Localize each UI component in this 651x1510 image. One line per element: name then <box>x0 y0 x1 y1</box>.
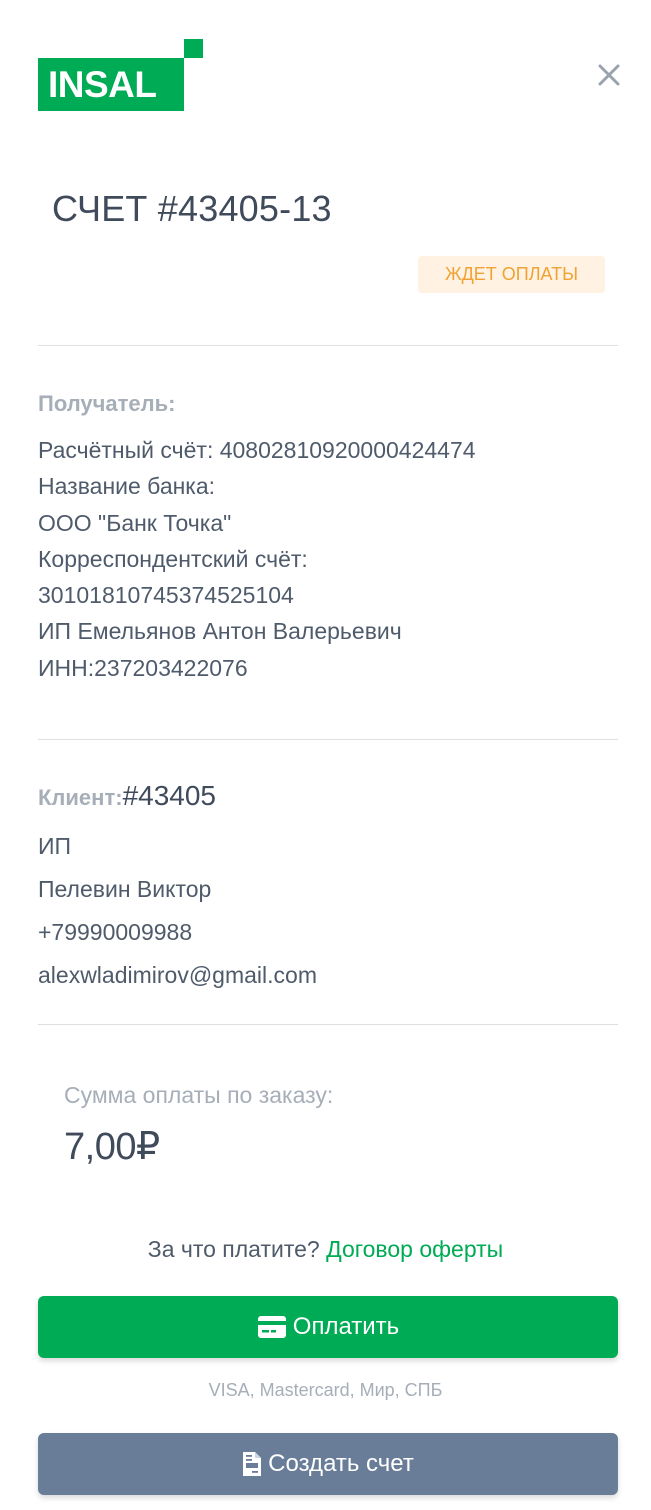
logo-text: INSAL <box>38 58 184 111</box>
invoice-title: СЧЕТ #43405-13 <box>52 188 332 229</box>
pay-button[interactable]: Оплатить <box>38 1296 618 1358</box>
sum-label: Сумма оплаты по заказу: <box>64 1082 334 1108</box>
create-invoice-label: Создать счет <box>268 1450 414 1477</box>
client-number: #43405 <box>122 780 216 811</box>
client-label: Клиент: <box>38 785 123 810</box>
recipient-line: Расчётный счёт: 40802810920000424474 <box>38 437 476 463</box>
offer-line: За что платите? Договор оферты <box>0 1236 651 1263</box>
client-line: Пелевин Виктор <box>38 876 212 902</box>
client-header: Клиент: #43405 <box>38 780 216 812</box>
offer-question: За что платите? <box>147 1236 320 1262</box>
close-icon[interactable] <box>596 62 622 88</box>
divider <box>38 739 618 740</box>
client-line: +79990009988 <box>38 919 193 945</box>
file-invoice-icon <box>242 1451 262 1477</box>
payment-methods: VISA, Mastercard, Мир, СПБ <box>208 1380 443 1400</box>
recipient-line: ИНН:237203422076 <box>38 654 248 681</box>
insal-logo: INSAL <box>38 39 204 111</box>
recipient-label: Получатель: <box>38 391 176 416</box>
recipient-line: 30101810745374525104 <box>38 582 294 609</box>
logo-square <box>184 39 203 58</box>
divider <box>38 345 618 346</box>
recipient-line: Корреспондентский счёт: <box>38 545 308 572</box>
divider <box>38 1024 618 1025</box>
credit-card-icon <box>257 1315 287 1339</box>
client-line: ИП <box>38 833 72 859</box>
offer-link[interactable]: Договор оферты <box>326 1236 503 1262</box>
client-line: alexwladimirov@gmail.com <box>38 962 317 988</box>
recipient-line: ИП Емельянов Антон Валерьевич <box>38 618 402 645</box>
pay-button-label: Оплатить <box>292 1313 400 1340</box>
client-details: ИП Пелевин Виктор +79990009988 alexwladi… <box>38 825 317 997</box>
recipient-line: ООО "Банк Точка" <box>38 509 232 536</box>
recipient-details: Расчётный счёт: 40802810920000424474 Наз… <box>38 432 476 686</box>
create-invoice-button[interactable]: Создать счет <box>38 1433 618 1495</box>
recipient-line: Название банка: <box>38 473 216 500</box>
sum-value: 7,00₽ <box>64 1126 160 1168</box>
status-badge: ЖДЕТ ОПЛАТЫ <box>418 256 605 293</box>
